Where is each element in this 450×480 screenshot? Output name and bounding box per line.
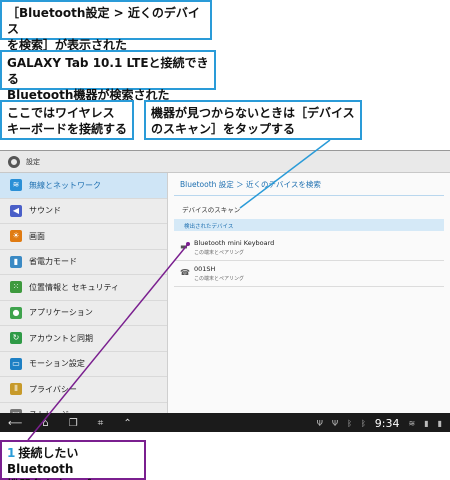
sidebar-item-label: モーション設定 [29, 359, 85, 369]
signal-icon: ▮ [424, 418, 429, 428]
bluetooth-icon: ᛒ [347, 418, 352, 428]
tablet-screen: 設定 ≋ 無線とネットワーク ◀ サウンド ☀ 画面 ▮ 省電力モード ⁙ 位置… [0, 150, 450, 432]
app-title: 設定 [26, 157, 40, 166]
device-item-keyboard[interactable]: ▬ Bluetooth mini Keyboard この端末とペアリング [174, 235, 444, 261]
device-name: Bluetooth mini Keyboard [194, 239, 275, 247]
clock: 9:34 [374, 416, 400, 430]
callout-screen-shown: ［Bluetooth設定 > 近くのデバイス を検索］が表示された [0, 0, 212, 52]
sidebar-item-label: プライバシー [29, 384, 77, 394]
sidebar-item-display[interactable]: ☀ 画面 [0, 224, 167, 250]
settings-sidebar: ≋ 無線とネットワーク ◀ サウンド ☀ 画面 ▮ 省電力モード ⁙ 位置情報と… [0, 173, 168, 428]
location-icon: ⁙ [10, 281, 22, 294]
divider [174, 195, 444, 196]
wifi-icon: ≋ [10, 179, 22, 192]
sidebar-item-label: 無線とネットワーク [29, 180, 101, 190]
recent-apps-icon[interactable]: ❐ [69, 418, 78, 429]
device-name: 001SH [194, 265, 216, 273]
screenshot-icon[interactable]: ⌗ [98, 418, 104, 429]
sidebar-item-location-security[interactable]: ⁙ 位置情報と セキュリティ [0, 275, 167, 301]
sidebar-item-motion[interactable]: ▭ モーション設定 [0, 352, 167, 377]
app-bar: 設定 [0, 151, 450, 173]
sidebar-item-wireless[interactable]: ≋ 無線とネットワーク [0, 173, 167, 199]
system-bar: ⟵ ⌂ ❐ ⌗ ⌃ Ψ Ψ ᛒ ᛒ 9:34 ≋ ▮ ▮ [0, 413, 450, 432]
home-icon[interactable]: ⌂ [42, 418, 48, 429]
sidebar-item-label: サウンド [29, 206, 61, 216]
device-status: この端末とペアリング [194, 276, 245, 282]
wifi-icon: ≋ [408, 418, 416, 428]
bluetooth-icon: ᛒ [360, 418, 366, 428]
scan-devices-button[interactable]: デバイスのスキャン [182, 204, 240, 214]
sidebar-item-privacy[interactable]: ⦀ プライバシー [0, 377, 167, 403]
apps-icon: ● [10, 306, 22, 319]
callout-devices-found: GALAXY Tab 10.1 LTEと接続できる Bluetooth機器が検索… [0, 50, 216, 102]
bluetooth-search-panel: Bluetooth 設定 ＞ 近くのデバイスを検索 デバイスのスキャン 検出され… [168, 173, 450, 413]
callout-step-1: 1接続したいBluetooth 機器名をタップ [0, 440, 146, 480]
status-area: Ψ Ψ ᛒ ᛒ 9:34 ≋ ▮ ▮ [317, 417, 442, 430]
sync-icon: ↻ [10, 332, 22, 345]
phone-icon: ☎ [180, 268, 190, 277]
step-number: 1 [7, 446, 16, 460]
sidebar-item-label: アプリケーション [29, 308, 93, 318]
sidebar-item-label: アカウントと同期 [29, 333, 93, 343]
sidebar-item-accounts-sync[interactable]: ↻ アカウントと同期 [0, 326, 167, 352]
usb-icon: Ψ [331, 418, 339, 428]
privacy-icon: ⦀ [10, 383, 22, 396]
breadcrumb: Bluetooth 設定 ＞ 近くのデバイスを検索 [180, 180, 321, 189]
display-icon: ☀ [10, 230, 22, 243]
back-icon[interactable]: ⟵ [8, 418, 22, 429]
usb-icon: Ψ [316, 418, 323, 428]
sidebar-item-power-saving[interactable]: ▮ 省電力モード [0, 250, 167, 275]
sidebar-item-label: 省電力モード [29, 257, 77, 267]
sidebar-item-label: 画面 [29, 231, 45, 241]
found-devices-header: 検出されたデバイス [174, 219, 444, 231]
callout-keyboard-note: ここではワイヤレス キーボードを接続する [0, 100, 134, 140]
motion-icon: ▭ [10, 357, 22, 370]
speaker-icon: ◀ [10, 204, 22, 217]
device-item-phone[interactable]: ☎ 001SH この端末とペアリング [174, 261, 444, 287]
sidebar-item-sound[interactable]: ◀ サウンド [0, 199, 167, 224]
gear-icon [8, 155, 20, 168]
sidebar-item-label: 位置情報と セキュリティ [29, 282, 120, 292]
chevron-up-icon[interactable]: ⌃ [123, 418, 131, 429]
sidebar-item-applications[interactable]: ● アプリケーション [0, 301, 167, 326]
device-status: この端末とペアリング [194, 250, 245, 256]
step-text: 接続したいBluetooth 機器名をタップ [7, 446, 91, 480]
callout-scan-tip: 機器が見つからないときは［デバイス のスキャン］をタップする [144, 100, 362, 140]
keyboard-icon: ▬ [180, 242, 188, 251]
battery-icon: ▮ [437, 418, 442, 428]
battery-icon: ▮ [10, 255, 22, 268]
